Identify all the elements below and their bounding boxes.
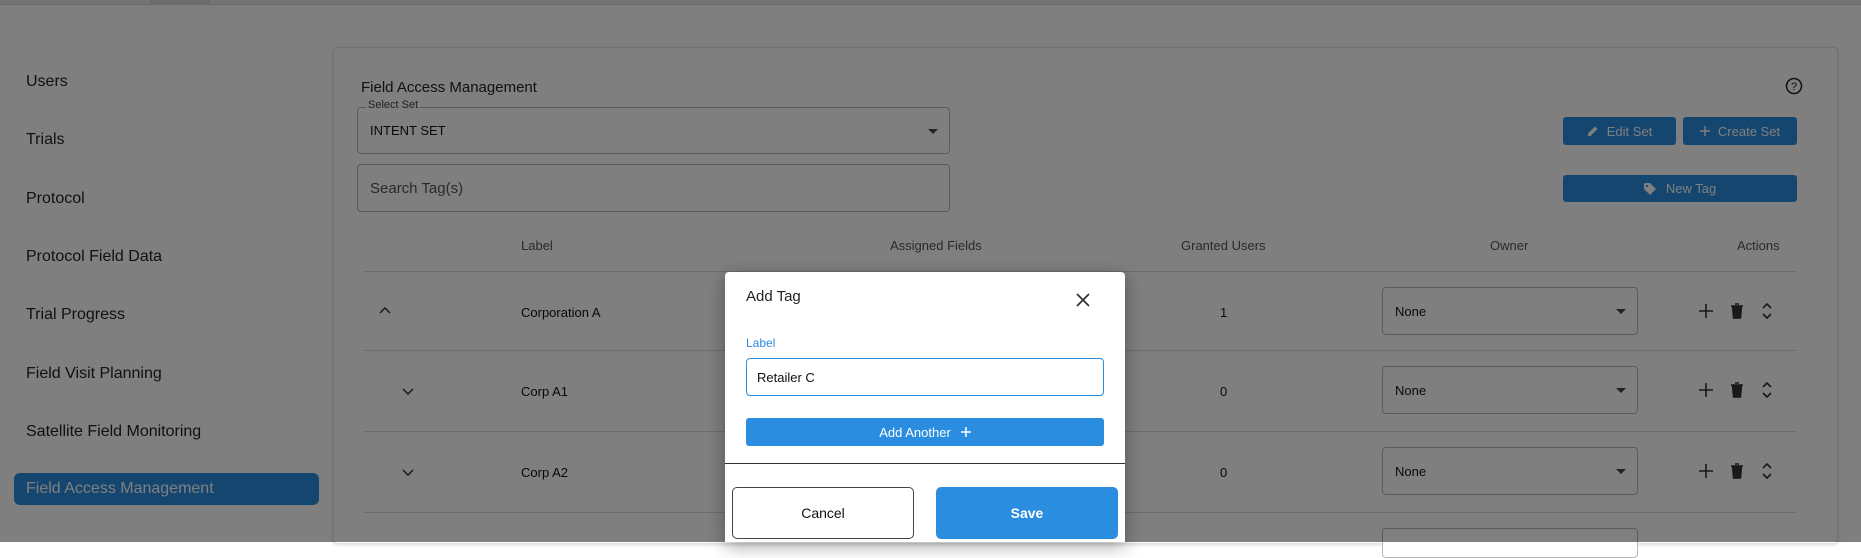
add-another-button[interactable]: Add Another bbox=[746, 418, 1104, 446]
save-button[interactable]: Save bbox=[936, 487, 1118, 539]
dialog-title: Add Tag bbox=[746, 288, 801, 305]
close-icon[interactable] bbox=[1075, 292, 1091, 308]
add-another-label: Add Another bbox=[879, 424, 951, 440]
cancel-button[interactable]: Cancel bbox=[732, 487, 914, 539]
label-field-label: Label bbox=[746, 336, 776, 350]
label-input[interactable] bbox=[746, 358, 1104, 396]
add-tag-dialog: Add Tag Label Add Another Cancel Save bbox=[725, 272, 1125, 542]
dialog-divider bbox=[725, 463, 1125, 464]
plus-icon bbox=[960, 427, 971, 437]
